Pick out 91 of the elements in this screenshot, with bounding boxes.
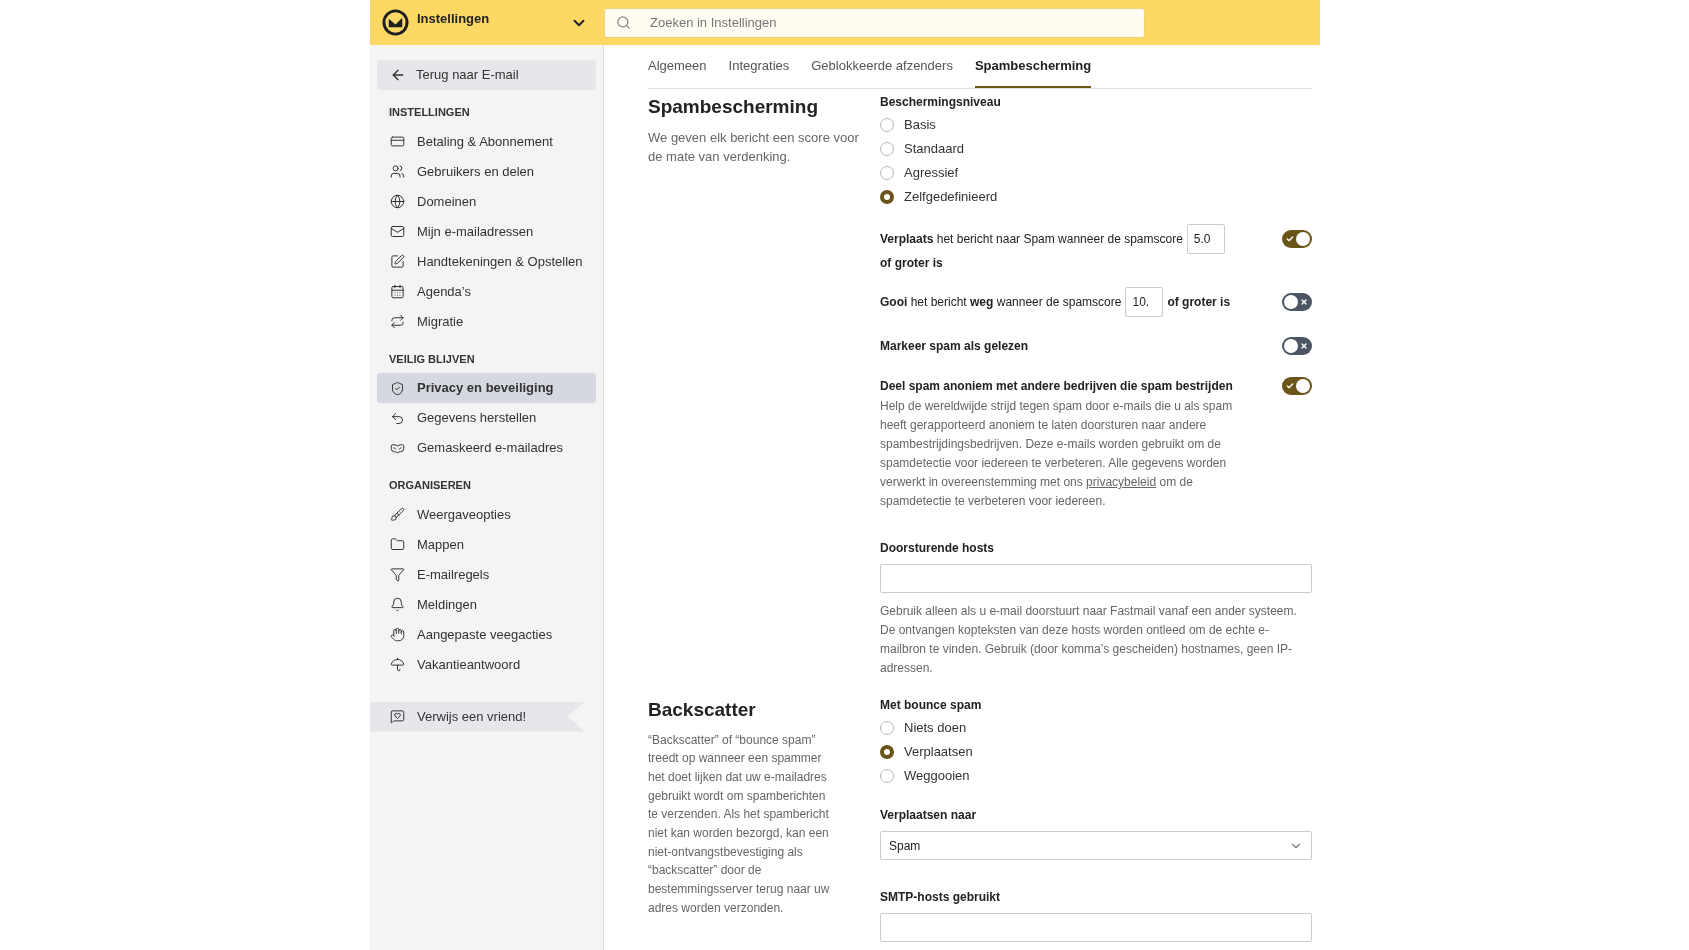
radio-label: Basis <box>904 116 936 135</box>
hand-icon <box>390 627 405 642</box>
radio-button[interactable] <box>880 721 894 735</box>
score-field[interactable]: 10. <box>1125 287 1164 317</box>
radio-button[interactable] <box>880 118 894 132</box>
rule-description: Help de wereldwijde strijd tegen spam door e-mails die u als spam heeft gerapporteerd anoniem te laten doorsturen naar andere spambestrijdingsbedrijven. Deze e-mails worden gebruikt om de spamdetectie voor iedereen te verbeteren. Alle gegevens worden verwerkt in overeenstemming met ons privacybeleid om de spamdetectie te verbeteren voor iedereen. <box>880 398 1234 510</box>
check-icon <box>1286 382 1294 390</box>
app-title: Instellingen <box>417 10 490 28</box>
radio-label: Zelfgedefinieerd <box>904 188 998 207</box>
sidebar-item[interactable]: Privacy en beveiliging <box>377 373 596 403</box>
users-icon <box>390 164 405 179</box>
rule-text: of groter is <box>1167 293 1231 311</box>
sidebar-item[interactable]: Gegevens herstellen <box>377 403 596 433</box>
toggle-switch[interactable] <box>1282 293 1312 311</box>
sidebar-item[interactable]: Mijn e-mailadressen <box>377 216 596 247</box>
rule-text: Deel spam anoniem met andere bedrijven die spam bestrijden <box>880 378 1234 395</box>
filter-icon <box>390 567 405 582</box>
sidebar-item[interactable]: Mappen <box>377 529 596 560</box>
folder-select[interactable]: Spam <box>880 831 1312 860</box>
umbrella-icon <box>390 657 405 672</box>
shield-icon <box>390 380 405 396</box>
radio-button[interactable] <box>880 745 894 759</box>
sidebar-item[interactable]: Gemaskeerd e-mailadres <box>377 433 596 463</box>
refer-button[interactable]: Verwijs een vriend! <box>370 701 585 732</box>
check-icon <box>1286 235 1294 243</box>
radio-label: Weggooien <box>904 767 970 786</box>
radio-label: Verplaatsen <box>904 743 973 762</box>
tab[interactable]: Algemeen <box>648 56 707 88</box>
hosts-help: Gebruik alleen als u e-mail doorstuurt naar Fastmail vanaf een ander systeem. De ontvangen kopteksten van deze hosts worden ontleed om de echte e-mailbron te vinden. Gebruik (door komma’s gescheiden) hostnames, geen IP-adressen. <box>880 603 1298 677</box>
sidebar-item[interactable]: Agenda’s <box>377 276 596 307</box>
hosts-field[interactable] <box>880 564 1312 593</box>
credit-card-icon <box>390 134 405 149</box>
undo-icon <box>390 410 405 426</box>
sidebar-item[interactable]: Gebruikers en delen <box>377 156 596 187</box>
sidebar-item[interactable]: Meldingen <box>377 589 596 620</box>
field-label: Verplaatsen naar <box>880 807 978 824</box>
toggle-switch[interactable] <box>1282 377 1312 395</box>
field-label: Met bounce spam <box>880 697 983 714</box>
rule-text: Markeer spam als gelezen <box>880 338 1029 355</box>
tab[interactable]: Geblokkeerde afzenders <box>811 56 953 88</box>
logo-icon <box>382 9 409 36</box>
arrow-left-icon <box>390 67 406 83</box>
sidebar-item[interactable]: Vakantieantwoord <box>377 649 596 680</box>
sidebar-item[interactable]: Domeinen <box>377 186 596 217</box>
calendar-icon <box>390 284 405 299</box>
back-button[interactable]: Terug naar E-mail <box>377 60 596 90</box>
sidebar-item[interactable]: Betaling & Abonnement <box>377 126 596 157</box>
field-label: SMTP-hosts gebruikt <box>880 889 1001 906</box>
radio-button[interactable] <box>880 142 894 156</box>
search-icon <box>616 14 631 30</box>
rule-text: Verplaats het bericht naar Spam wanneer de spamscore <box>880 230 1183 248</box>
sidebar-item[interactable]: Handtekeningen & Opstellen <box>377 246 596 277</box>
section-heading: ORGANISEREN <box>388 478 472 493</box>
message-heart-icon <box>390 709 405 724</box>
section-title: Backscatter <box>648 698 757 722</box>
rule-text: Gooi het bericht weg wanneer de spamscore <box>880 293 1122 311</box>
rule-text: of groter is <box>880 255 943 272</box>
radio-label: Niets doen <box>904 719 967 738</box>
section-heading: VEILIG BLIJVEN <box>388 351 476 367</box>
globe-icon <box>390 194 405 209</box>
radio-button[interactable] <box>880 190 894 204</box>
sidebar-item[interactable]: E-mailregels <box>377 559 596 590</box>
envelope-icon <box>390 224 405 239</box>
cross-icon <box>1300 298 1308 306</box>
section-description: We geven elk bericht een score voor de mate van verdenking. <box>648 128 860 166</box>
sidebar-item[interactable]: Migratie <box>377 306 596 337</box>
sidebar-item[interactable]: Weergaveopties <box>377 499 596 530</box>
brush-icon <box>390 507 405 522</box>
search-field[interactable]: Zoeken in Instellingen <box>604 7 1145 38</box>
cross-icon <box>1300 342 1308 350</box>
section-title: Spambescherming <box>648 95 819 119</box>
pen-icon <box>390 254 405 269</box>
radio-label: Agressief <box>904 164 959 183</box>
score-field[interactable]: 5.0 <box>1186 224 1225 254</box>
tab[interactable]: Spambescherming <box>974 56 1092 88</box>
radio-button[interactable] <box>880 166 894 180</box>
bell-icon <box>390 597 405 612</box>
tab[interactable]: Integraties <box>728 56 790 88</box>
folder-icon <box>390 537 405 552</box>
field-label: Beschermingsniveau <box>880 94 1002 111</box>
privacy-link[interactable]: privacybeleid <box>1086 475 1157 489</box>
toggle-switch[interactable] <box>1282 230 1312 248</box>
arrows-icon <box>390 314 405 329</box>
radio-button[interactable] <box>880 769 894 783</box>
field-label: Doorsturende hosts <box>880 540 995 557</box>
sidebar-item[interactable]: Aangepaste veegacties <box>377 619 596 650</box>
smtp-hosts-field[interactable] <box>880 913 1312 942</box>
section-heading: INSTELLINGEN <box>388 105 471 120</box>
toggle-switch[interactable] <box>1282 337 1312 355</box>
radio-label: Standaard <box>904 140 964 159</box>
section-description: “Backscatter” of “bounce spam” treedt op wanneer een spammer het doet lijken dat uw e-mailadres gebruikt wordt om spamberichten te verzenden. Als het spambericht niet kan worden bezorgd, kan een niet-ontvangstbevestiging als “backscatter” door de bestemmingsserver terug naar uw adres worden verzonden. <box>648 731 831 917</box>
